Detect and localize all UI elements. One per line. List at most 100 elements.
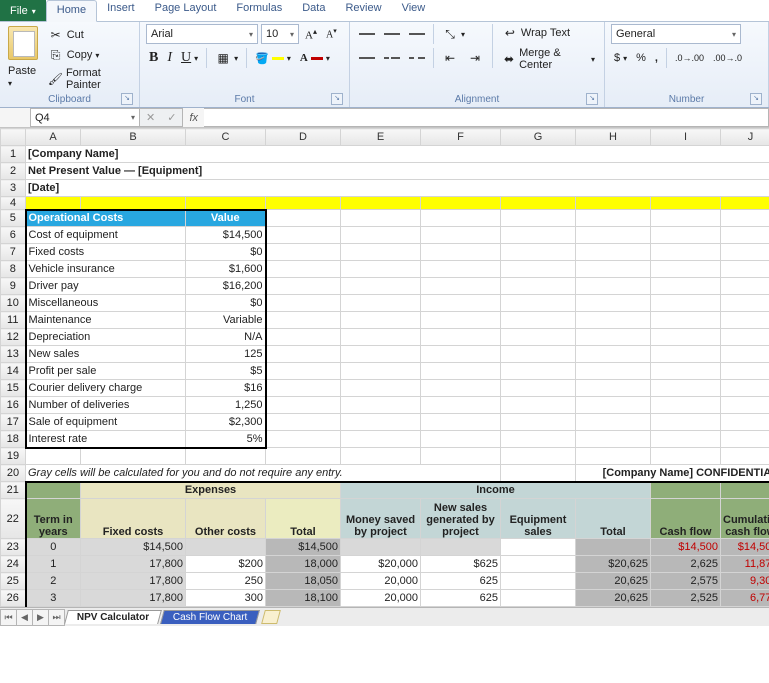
cell[interactable]: Total	[266, 499, 341, 539]
align-bottom-button[interactable]	[406, 25, 428, 43]
align-middle-button[interactable]	[381, 25, 403, 43]
cell[interactable]: $625	[421, 556, 501, 573]
cell[interactable]: 17,800	[81, 590, 186, 607]
alignment-launcher[interactable]: ↘	[586, 93, 598, 105]
cell[interactable]: 125	[186, 346, 266, 363]
cell[interactable]: $14,500	[651, 539, 721, 556]
font-name-select[interactable]: Arial▾	[146, 24, 258, 44]
tab-review[interactable]: Review	[335, 0, 391, 21]
cell[interactable]: $20,625	[576, 556, 651, 573]
row-header-8[interactable]: 8	[1, 261, 26, 278]
cell[interactable]: 250	[186, 573, 266, 590]
cell[interactable]: Depreciation	[26, 329, 186, 346]
name-box[interactable]: Q4▾	[30, 108, 140, 127]
cell[interactable]: $14,500	[266, 539, 341, 556]
row-header-15[interactable]: 15	[1, 380, 26, 397]
copy-button[interactable]: ⎘Copy ▾	[45, 46, 133, 64]
col-header-I[interactable]: I	[651, 129, 721, 146]
row-header-23[interactable]: 23	[1, 539, 26, 556]
fill-color-button[interactable]: 🪣▾	[252, 51, 294, 66]
cell[interactable]: Driver pay	[26, 278, 186, 295]
align-center-button[interactable]	[381, 49, 403, 67]
cell[interactable]: 9,300	[721, 573, 769, 590]
row-header-26[interactable]: 26	[1, 590, 26, 607]
row-header-12[interactable]: 12	[1, 329, 26, 346]
cell[interactable]: 300	[186, 590, 266, 607]
row-header-10[interactable]: 10	[1, 295, 26, 312]
cell[interactable]: Total	[576, 499, 651, 539]
cell[interactable]: [Company Name]	[26, 146, 769, 163]
cell[interactable]: Fixed costs	[26, 244, 186, 261]
cell[interactable]: $14,500	[721, 539, 769, 556]
cell[interactable]: 5%	[186, 431, 266, 448]
increase-font-button[interactable]: A▴	[302, 26, 320, 43]
cell[interactable]: Variable	[186, 312, 266, 329]
cell[interactable]	[501, 573, 576, 590]
cell[interactable]: 11,875	[721, 556, 769, 573]
cell[interactable]: Courier delivery charge	[26, 380, 186, 397]
cell[interactable]: $0	[186, 295, 266, 312]
tab-data[interactable]: Data	[292, 0, 335, 21]
comma-button[interactable]: ,	[652, 51, 661, 65]
clipboard-launcher[interactable]: ↘	[121, 93, 133, 105]
cell[interactable]	[186, 539, 266, 556]
cell[interactable]: Cumulative cash flow	[721, 499, 769, 539]
orientation-button[interactable]: ⤡▾	[439, 25, 468, 43]
cell[interactable]: 18,100	[266, 590, 341, 607]
cell[interactable]: Other costs	[186, 499, 266, 539]
cell[interactable]: Miscellaneous	[26, 295, 186, 312]
row-header-7[interactable]: 7	[1, 244, 26, 261]
decrease-decimal-button[interactable]: .00→.0	[710, 52, 745, 64]
increase-indent-button[interactable]: ⇥	[464, 49, 486, 67]
row-header-5[interactable]: 5	[1, 210, 26, 227]
align-right-button[interactable]	[406, 49, 428, 67]
cell[interactable]: $0	[186, 244, 266, 261]
cell[interactable]	[26, 482, 81, 499]
accounting-format-button[interactable]: $▾	[611, 51, 630, 65]
cell[interactable]: 625	[421, 573, 501, 590]
number-launcher[interactable]: ↘	[750, 93, 762, 105]
cell[interactable]	[501, 465, 576, 482]
cell[interactable]	[576, 539, 651, 556]
cell[interactable]: New sales	[26, 346, 186, 363]
bold-button[interactable]: B	[146, 49, 161, 67]
cell[interactable]: 2,575	[651, 573, 721, 590]
merge-center-button[interactable]: ⬌Merge & Center ▾	[499, 46, 598, 72]
cell[interactable]: Term in years	[26, 499, 81, 539]
row-header-6[interactable]: 6	[1, 227, 26, 244]
row-header-21[interactable]: 21	[1, 482, 26, 499]
cell[interactable]	[341, 539, 421, 556]
cell[interactable]	[501, 590, 576, 607]
cut-button[interactable]: ✂Cut	[45, 26, 133, 44]
col-header-D[interactable]: D	[266, 129, 341, 146]
tab-insert[interactable]: Insert	[97, 0, 145, 21]
cell[interactable]: Income	[341, 482, 651, 499]
cell[interactable]	[421, 539, 501, 556]
cell[interactable]: Cash flow	[651, 499, 721, 539]
sheet-nav-prev[interactable]: ◀	[16, 609, 33, 626]
format-painter-button[interactable]: 🖌Format Painter	[45, 66, 133, 92]
row-header-19[interactable]: 19	[1, 448, 26, 465]
align-left-button[interactable]	[356, 49, 378, 67]
paste-button[interactable]: Paste ▾	[6, 24, 41, 91]
cell[interactable]: $16	[186, 380, 266, 397]
cell[interactable]: 625	[421, 590, 501, 607]
cell[interactable]: 17,800	[81, 556, 186, 573]
cell[interactable]: Money saved by project	[341, 499, 421, 539]
cell[interactable]: Fixed costs	[81, 499, 186, 539]
cell[interactable]: 0	[26, 539, 81, 556]
sheet-nav-next[interactable]: ▶	[32, 609, 49, 626]
cell[interactable]: 20,000	[341, 590, 421, 607]
cell[interactable]: 2	[26, 573, 81, 590]
cell[interactable]: Equipment sales	[501, 499, 576, 539]
col-header-C[interactable]: C	[186, 129, 266, 146]
cell[interactable]: 17,800	[81, 573, 186, 590]
row-header-14[interactable]: 14	[1, 363, 26, 380]
cell[interactable]: 2,625	[651, 556, 721, 573]
sheet-tab-cashflow[interactable]: Cash Flow Chart	[160, 610, 260, 624]
row-header-25[interactable]: 25	[1, 573, 26, 590]
sheet-tab-npv[interactable]: NPV Calculator	[64, 610, 162, 624]
cell[interactable]: 18,050	[266, 573, 341, 590]
tab-page-layout[interactable]: Page Layout	[145, 0, 227, 21]
cell[interactable]: 20,625	[576, 590, 651, 607]
